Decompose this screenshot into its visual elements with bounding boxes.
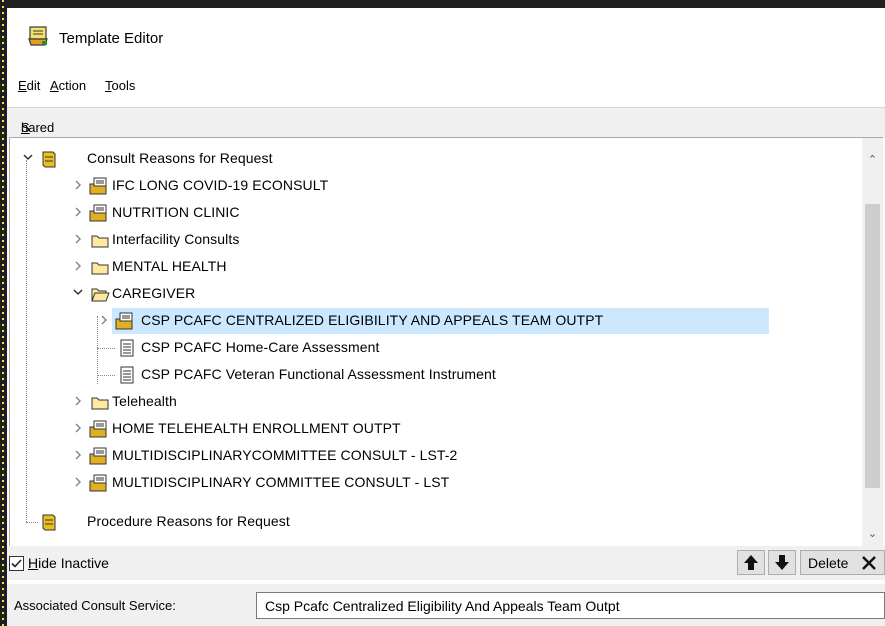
shared-templates-label: Shared Templates — [7, 107, 885, 150]
folder-icon — [91, 262, 109, 275]
move-down-button[interactable] — [768, 550, 796, 575]
menu-tools[interactable]: Tools — [105, 78, 135, 93]
tree-item-multidisciplinary-lst[interactable]: MULTIDISCIPLINARY COMMITTEE CONSULT - LS… — [10, 470, 862, 496]
associated-consult-label: Associated Consult Service: — [14, 598, 176, 613]
hide-inactive-checkbox[interactable] — [9, 556, 24, 571]
window-title: Template Editor — [59, 30, 164, 47]
tree-scrollbar[interactable]: ⌃ ⌄ — [862, 137, 883, 548]
tree-item-multidisciplinary-lst2[interactable]: MULTIDISCIPLINARYCOMMITTEE CONSULT - LST… — [10, 443, 862, 469]
tree-item-mental-health[interactable]: MENTAL HEALTH — [10, 254, 862, 280]
folder-open-icon — [91, 288, 110, 302]
associated-consult-field[interactable]: Csp Pcafc Centralized Eligibility And Ap… — [256, 592, 885, 619]
tree-item-nutrition-clinic[interactable]: NUTRITION CLINIC — [10, 200, 862, 226]
scroll-thumb[interactable] — [865, 204, 880, 488]
arrow-up-icon — [744, 555, 758, 570]
chevron-right-icon[interactable] — [72, 475, 84, 489]
bottom-toolbar: Hide Inactive Delete — [7, 546, 885, 580]
chevron-right-icon[interactable] — [72, 421, 84, 435]
chevron-right-icon[interactable] — [72, 232, 84, 246]
checkmark-icon — [11, 559, 22, 568]
template-tree[interactable]: Consult Reasons for Request IFC LONG COV… — [9, 137, 863, 548]
template-group-icon — [89, 474, 107, 492]
title-bar: Template Editor — [7, 8, 885, 64]
hide-inactive-label[interactable]: Hide Inactive — [28, 555, 109, 571]
tree-item-telehealth[interactable]: Telehealth — [10, 389, 862, 415]
chevron-right-icon[interactable] — [72, 205, 84, 219]
template-group-icon — [89, 447, 107, 465]
window-frame-top — [0, 0, 885, 8]
menu-bar: Edit Action Tools — [7, 64, 885, 106]
tree-root-procedure-reasons[interactable]: Procedure Reasons for Request — [10, 509, 862, 535]
document-icon — [120, 366, 134, 384]
tree-item-csp-veteran-functional[interactable]: CSP PCAFC Veteran Functional Assessment … — [10, 362, 862, 388]
tree-guide — [97, 348, 115, 349]
cabinet-icon — [42, 514, 56, 531]
chevron-right-icon[interactable] — [72, 178, 84, 192]
chevron-right-icon[interactable] — [72, 259, 84, 273]
template-editor-icon — [28, 26, 48, 46]
cabinet-icon — [42, 151, 56, 168]
template-group-icon — [89, 177, 107, 195]
template-group-icon — [115, 312, 133, 330]
tree-item-caregiver[interactable]: CAREGIVER — [10, 281, 862, 307]
tree-item-ifc-long-covid[interactable]: IFC LONG COVID-19 ECONSULT — [10, 173, 862, 199]
tree-item-home-telehealth[interactable]: HOME TELEHEALTH ENROLLMENT OUTPT — [10, 416, 862, 442]
scroll-down-icon[interactable]: ⌄ — [866, 528, 879, 541]
delete-button[interactable]: Delete — [800, 550, 885, 575]
chevron-right-icon[interactable] — [98, 313, 110, 327]
tree-item-csp-pcafc-centralized[interactable]: CSP PCAFC CENTRALIZED ELIGIBILITY AND AP… — [10, 308, 862, 334]
tree-item-csp-home-care[interactable]: CSP PCAFC Home-Care Assessment — [10, 335, 862, 361]
chevron-right-icon[interactable] — [72, 394, 84, 408]
folder-icon — [91, 235, 109, 248]
menu-action[interactable]: Action — [50, 78, 86, 93]
template-group-icon — [89, 420, 107, 438]
associated-consult-row: Associated Consult Service: Csp Pcafc Ce… — [7, 584, 885, 626]
tree-guide — [97, 375, 115, 376]
close-x-icon — [862, 556, 876, 570]
window-frame-left — [0, 0, 7, 626]
menu-edit[interactable]: Edit — [18, 78, 40, 93]
document-icon — [120, 339, 134, 357]
chevron-down-icon[interactable] — [72, 286, 84, 300]
template-group-icon — [89, 204, 107, 222]
chevron-right-icon[interactable] — [72, 448, 84, 462]
arrow-down-icon — [775, 555, 789, 570]
chevron-down-icon[interactable] — [22, 151, 34, 165]
tree-item-interfacility-consults[interactable]: Interfacility Consults — [10, 227, 862, 253]
move-up-button[interactable] — [737, 550, 765, 575]
tree-root-consult-reasons[interactable]: Consult Reasons for Request — [10, 146, 862, 172]
folder-icon — [91, 397, 109, 410]
scroll-up-icon[interactable]: ⌃ — [866, 154, 879, 167]
